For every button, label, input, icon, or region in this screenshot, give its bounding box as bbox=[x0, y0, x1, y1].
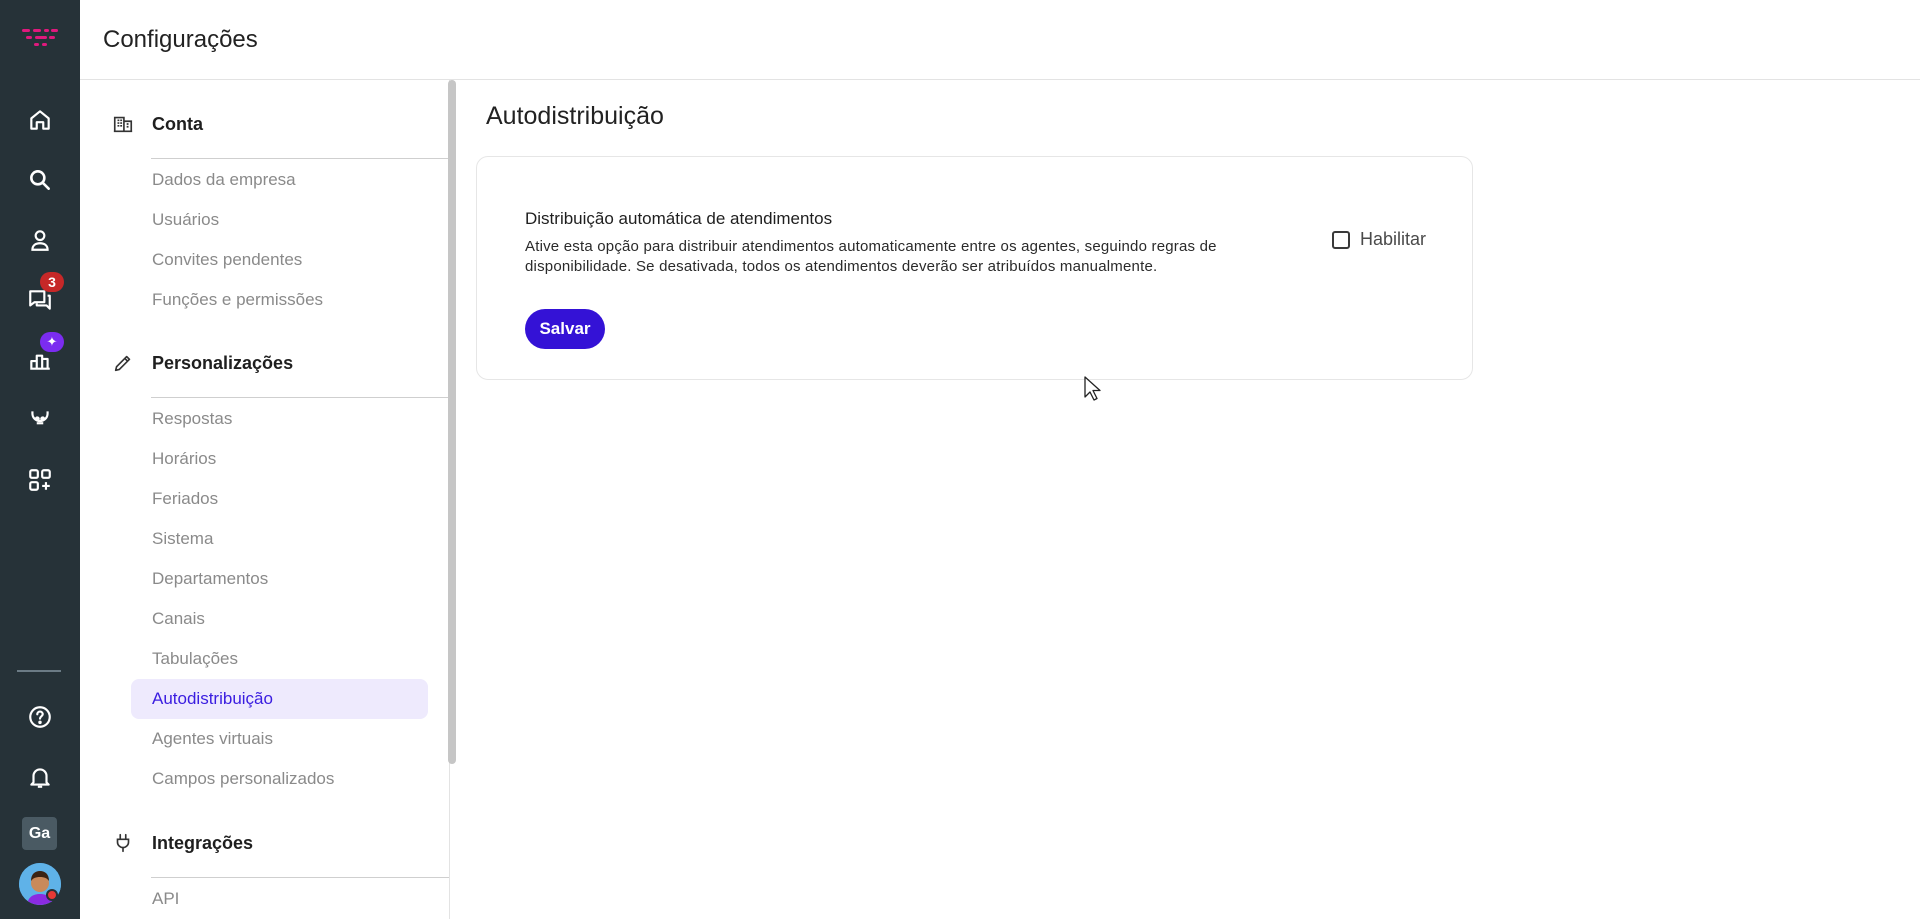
section-divider bbox=[151, 397, 449, 398]
rail-reports[interactable]: ✦ bbox=[0, 332, 80, 384]
menu-item-campos-personalizados[interactable]: Campos personalizados bbox=[131, 759, 428, 799]
menu-item-feriados[interactable]: Feriados bbox=[131, 479, 428, 519]
rail-divider bbox=[17, 670, 61, 672]
home-icon bbox=[30, 110, 50, 130]
app-rail: 3 ✦ Ga bbox=[0, 0, 80, 919]
menu-item-convites[interactable]: Convites pendentes bbox=[131, 240, 428, 280]
menu-item-agentes-virtuais[interactable]: Agentes virtuais bbox=[131, 719, 428, 759]
menu-item-respostas[interactable]: Respostas bbox=[131, 399, 428, 439]
building-icon bbox=[112, 109, 134, 139]
section-divider bbox=[151, 158, 449, 159]
autodistribution-card: Distribuição automática de atendimentos … bbox=[476, 156, 1473, 380]
checkbox-box[interactable] bbox=[1332, 230, 1350, 249]
section-divider bbox=[151, 877, 449, 878]
rail-bot[interactable] bbox=[0, 396, 80, 444]
menu-item-canais[interactable]: Canais bbox=[131, 599, 428, 639]
rail-contacts[interactable] bbox=[0, 216, 80, 264]
brand-logo[interactable] bbox=[0, 20, 80, 56]
rail-apps[interactable] bbox=[0, 456, 80, 504]
menu-item-autodistribuicao[interactable]: Autodistribuição bbox=[131, 679, 428, 719]
enable-checkbox[interactable]: Habilitar bbox=[1332, 229, 1426, 250]
card-title: Distribuição automática de atendimentos bbox=[525, 209, 833, 228]
section-title: Integrações bbox=[152, 833, 254, 853]
bell-icon bbox=[30, 768, 50, 788]
chat-badge: 3 bbox=[40, 272, 64, 292]
section-title: Personalizações bbox=[152, 353, 294, 373]
rail-chat[interactable]: 3 bbox=[0, 272, 80, 324]
contacts-icon bbox=[31, 230, 49, 251]
settings-menu: Conta Dados da empresa Usuários Convites… bbox=[80, 80, 450, 919]
rail-notifications[interactable] bbox=[0, 753, 80, 801]
card-description: Ative esta opção para distribuir atendim… bbox=[525, 238, 1217, 275]
sparkle-badge: ✦ bbox=[40, 332, 64, 352]
help-icon bbox=[29, 706, 51, 728]
status-dot bbox=[46, 889, 58, 901]
mouse-cursor-icon bbox=[1084, 376, 1101, 401]
menu-item-horarios[interactable]: Horários bbox=[131, 439, 428, 479]
menu-item-departamentos[interactable]: Departamentos bbox=[131, 559, 428, 599]
menu-item-sistema[interactable]: Sistema bbox=[131, 519, 428, 559]
pencil-icon bbox=[112, 348, 134, 378]
plug-icon bbox=[112, 828, 134, 858]
save-button[interactable]: Salvar bbox=[525, 309, 605, 349]
bot-icon bbox=[31, 411, 49, 425]
rail-help[interactable] bbox=[0, 693, 80, 741]
page-header: Configurações bbox=[80, 0, 1920, 80]
menu-item-dados-empresa[interactable]: Dados da empresa bbox=[131, 160, 428, 200]
rail-search[interactable] bbox=[0, 156, 80, 204]
menu-item-api[interactable]: API bbox=[131, 879, 428, 919]
menu-item-funcoes[interactable]: Funções e permissões bbox=[131, 280, 428, 320]
workspace-initials[interactable]: Ga bbox=[22, 817, 57, 850]
checkbox-label: Habilitar bbox=[1360, 229, 1427, 249]
search-icon bbox=[30, 170, 50, 190]
apps-add-icon bbox=[29, 469, 51, 491]
menu-item-usuarios[interactable]: Usuários bbox=[131, 200, 428, 240]
menu-scrollbar[interactable] bbox=[448, 80, 456, 764]
section-title: Conta bbox=[152, 114, 203, 134]
section-heading: Autodistribuição bbox=[486, 102, 664, 130]
page-title: Configurações bbox=[103, 26, 258, 53]
menu-item-tabulacoes[interactable]: Tabulações bbox=[131, 639, 428, 679]
rail-home[interactable] bbox=[0, 96, 80, 144]
